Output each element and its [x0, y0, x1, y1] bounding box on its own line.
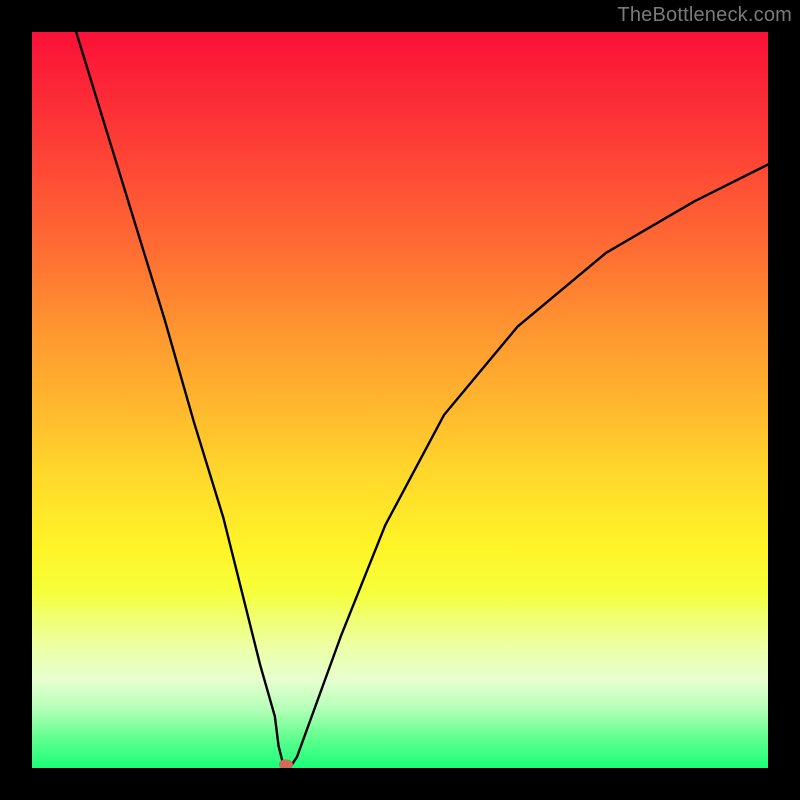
- chart-svg: [32, 32, 768, 768]
- plot-area: [32, 32, 768, 768]
- chart-frame: TheBottleneck.com: [0, 0, 800, 800]
- bottleneck-curve: [76, 32, 768, 768]
- watermark-text: TheBottleneck.com: [617, 4, 792, 27]
